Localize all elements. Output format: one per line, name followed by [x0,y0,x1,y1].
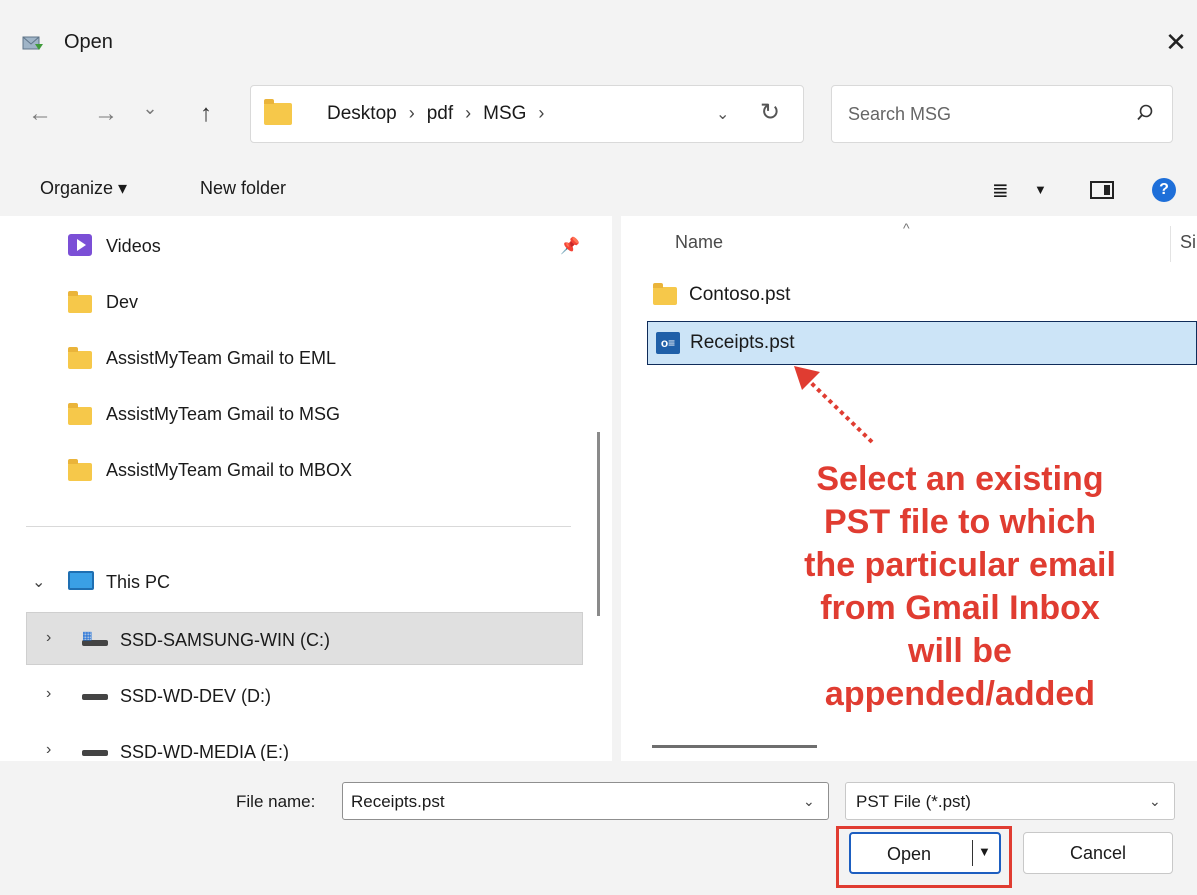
chevron-right-icon[interactable]: › [46,741,51,759]
annotation-line: Select an existing [816,460,1104,498]
drive-icon [82,750,108,756]
open-dropdown-icon[interactable]: ▼ [978,844,991,859]
organize-menu[interactable]: Organize ▾ [40,178,127,199]
new-folder-button[interactable]: New folder [200,178,286,199]
navigation-scrollbar[interactable] [597,432,600,616]
sidebar-item-videos[interactable]: Videos [0,218,600,274]
sort-ascending-icon: ^ [903,220,910,236]
up-button[interactable]: ↑ [188,100,224,128]
annotation-line: from Gmail Inbox [820,589,1100,627]
sidebar-item-gmail-to-msg[interactable]: AssistMyTeam Gmail to MSG [0,386,600,442]
annotation-line: will be [908,632,1012,670]
chevron-right-icon[interactable]: › [538,103,544,123]
folder-icon [68,403,92,425]
file-row-contoso[interactable]: Contoso.pst [647,274,1197,318]
annotation-line: appended/added [824,675,1096,713]
annotation-line: the particular email [804,546,1116,584]
drive-icon [82,694,108,700]
file-name-value: Receipts.pst [351,792,445,811]
breadcrumb-msg[interactable]: MSG [483,103,526,124]
chevron-down-icon[interactable]: ⌄ [32,572,45,592]
sidebar-item-gmail-to-mbox[interactable]: AssistMyTeam Gmail to MBOX [0,442,600,498]
folder-icon [653,283,677,305]
preview-pane-icon[interactable] [1090,181,1114,199]
folder-icon [68,459,92,481]
sidebar-item-label: AssistMyTeam Gmail to MBOX [106,460,353,480]
chevron-down-icon[interactable]: ⌄ [803,793,815,810]
sidebar-item-dev[interactable]: Dev [0,274,600,330]
sidebar-item-label: This PC [106,572,171,592]
sidebar-item-drive-e[interactable]: › SSD-WD-MEDIA (E:) [0,724,600,761]
open-button-label: Open [887,844,932,864]
sidebar-item-this-pc[interactable]: ⌄ This PC [0,554,600,610]
file-name: Contoso.pst [689,284,791,305]
sidebar-item-label: SSD-WD-MEDIA (E:) [120,742,289,761]
breadcrumb-desktop[interactable]: Desktop [327,103,397,124]
help-icon[interactable]: ? [1152,178,1176,202]
close-button[interactable]: ✕ [1158,24,1194,60]
view-options-icon[interactable]: ≣ [992,178,1009,203]
search-box[interactable]: Search MSG [831,85,1173,143]
chevron-right-icon[interactable]: › [409,103,415,123]
cancel-button[interactable]: Cancel [1023,832,1173,874]
sidebar-item-label: Videos [106,236,161,256]
chevron-down-icon[interactable]: ⌄ [1149,793,1161,810]
annotation-arrow-icon [794,366,874,444]
videos-icon [68,234,92,256]
open-button[interactable]: Open ▼ [849,832,1001,874]
search-icon[interactable] [1134,100,1156,126]
folder-icon [68,291,92,313]
file-name-input[interactable]: Receipts.pst ⌄ [342,782,829,820]
file-name: Receipts.pst [690,332,795,353]
sidebar-item-gmail-to-eml[interactable]: AssistMyTeam Gmail to EML [0,330,600,386]
chevron-right-icon[interactable]: › [465,103,471,123]
nav-divider [26,526,571,527]
sidebar-item-label: SSD-SAMSUNG-WIN (C:) [120,630,330,650]
column-separator[interactable] [1170,226,1171,262]
folder-icon [264,99,292,125]
refresh-button[interactable]: ↻ [760,98,780,127]
breadcrumb-pdf[interactable]: pdf [427,103,453,124]
cancel-button-label: Cancel [1069,843,1127,863]
computer-icon [68,571,94,590]
recent-locations-button[interactable]: ⌄ [132,98,168,119]
file-name-label: File name: [236,792,316,811]
horizontal-scrollbar[interactable] [652,745,817,748]
file-type-select[interactable]: PST File (*.pst) ⌄ [845,782,1175,820]
windows-logo-icon: ▦ [82,630,93,642]
chevron-right-icon[interactable]: › [46,629,51,647]
window-title: Open [64,31,113,53]
outlook-data-file-icon: o≡ [656,332,680,354]
file-row-receipts[interactable]: Receipts.pst [647,321,1197,365]
annotation-callout: Select an existing PST file to which the… [760,458,1160,716]
address-dropdown-button[interactable]: ⌄ [716,104,729,124]
view-dropdown-icon[interactable]: ▼ [1034,182,1047,197]
close-icon: ✕ [1165,27,1187,57]
sidebar-item-drive-c[interactable]: › ▦ SSD-SAMSUNG-WIN (C:) [0,612,600,668]
sidebar-item-label: AssistMyTeam Gmail to EML [106,348,337,368]
split-divider [972,840,973,866]
annotation-line: PST file to which [823,503,1097,541]
sidebar-item-drive-d[interactable]: › SSD-WD-DEV (D:) [0,668,600,724]
title-bar [0,0,1197,82]
sidebar-item-label: SSD-WD-DEV (D:) [120,686,271,706]
column-header-name[interactable]: Name [675,232,723,253]
folder-icon [68,347,92,369]
app-icon [22,36,43,50]
forward-button[interactable]: → [88,100,124,128]
sidebar-item-label: Dev [106,292,139,312]
chevron-right-icon[interactable]: › [46,685,51,703]
back-button[interactable]: ← [22,100,58,128]
file-type-value: PST File (*.pst) [856,792,971,811]
column-header-size[interactable]: Si [1180,232,1196,253]
breadcrumb: Desktop › pdf › MSG › [327,103,556,125]
search-input[interactable]: Search MSG [848,104,951,125]
sidebar-item-label: AssistMyTeam Gmail to MSG [106,404,341,424]
